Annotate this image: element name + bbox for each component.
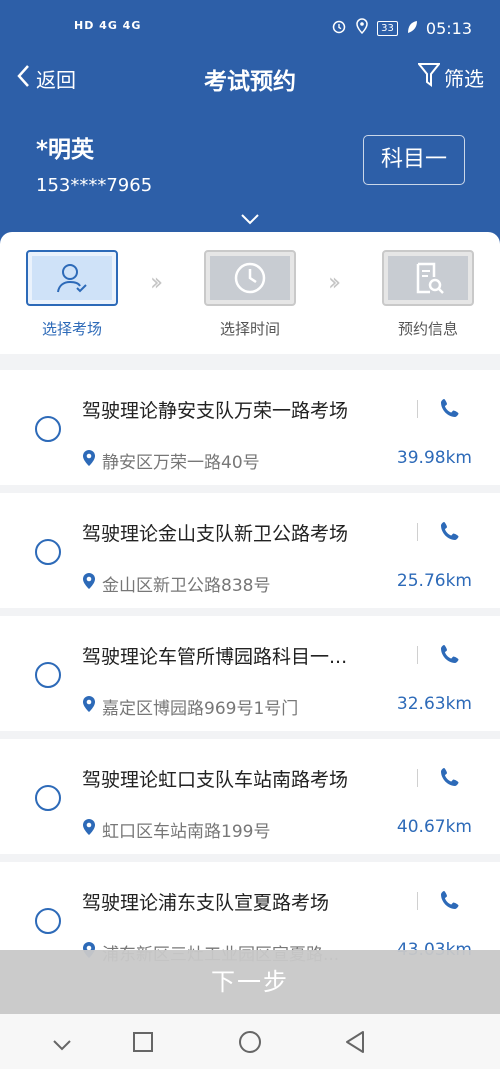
status-right: 33 05:13	[331, 18, 472, 38]
location-pin-icon	[82, 695, 96, 718]
system-nav-bar	[0, 1014, 500, 1069]
address-text: 嘉定区博园路969号1号门	[102, 699, 299, 719]
venue-radio[interactable]	[35, 908, 61, 934]
subject-button[interactable]: 科目一	[363, 135, 465, 185]
venue-radio[interactable]	[35, 416, 61, 442]
venue-card[interactable]: 驾驶理论金山支队新卫公路考场 金山区新卫公路838号 25.76km	[0, 493, 500, 608]
step-booking-info: 预约信息	[382, 250, 474, 339]
venue-name: 驾驶理论虹口支队车站南路考场	[82, 769, 349, 791]
venue-address: 嘉定区博园路969号1号门	[82, 694, 298, 719]
phone-icon[interactable]	[440, 890, 460, 914]
nav-bar: 考试预约 返回 筛选	[0, 56, 500, 102]
status-bar: HD 4G 4G 33 05:13	[0, 0, 500, 56]
step-select-time: 选择时间	[204, 250, 296, 339]
step-indicator: 选择考场 ›› 选择时间 ›› 预约信息	[0, 232, 500, 354]
venue-name: 驾驶理论浦东支队宣夏路考场	[82, 892, 330, 914]
venue-radio[interactable]	[35, 539, 61, 565]
step-label: 预约信息	[397, 320, 458, 338]
double-chevron-icon: ››	[150, 268, 163, 296]
chevron-left-icon	[16, 64, 30, 93]
venue-distance: 40.67km	[396, 817, 472, 837]
back-button[interactable]: 返回	[16, 64, 76, 93]
venue-name: 驾驶理论车管所博园路科目一...	[82, 646, 348, 668]
venue-address: 静安区万荣一路40号	[82, 448, 260, 473]
venue-distance: 39.98km	[396, 448, 472, 468]
filter-label: 筛选	[444, 67, 484, 91]
document-search-icon	[388, 256, 468, 300]
chevron-down-icon[interactable]	[240, 210, 260, 229]
phone-icon[interactable]	[440, 767, 460, 791]
venue-card[interactable]: 驾驶理论静安支队万荣一路考场 静安区万荣一路40号 39.98km	[0, 370, 500, 485]
back-nav-icon[interactable]	[344, 1030, 366, 1058]
filter-icon	[416, 62, 442, 93]
phone-icon[interactable]	[440, 521, 460, 545]
phone-icon[interactable]	[440, 644, 460, 668]
venue-address: 金山区新卫公路838号	[82, 571, 270, 596]
alarm-icon	[331, 18, 347, 38]
next-step-button[interactable]: 下一步	[0, 950, 500, 1014]
venue-name: 驾驶理论金山支队新卫公路考场	[82, 523, 349, 545]
location-pin-icon	[82, 818, 96, 841]
step-select-venue: 选择考场	[26, 250, 118, 339]
header: HD 4G 4G 33 05:13 考试预约 返回 筛选 *明英 153****…	[0, 0, 500, 262]
leaf-icon	[406, 19, 418, 38]
double-chevron-icon: ››	[328, 268, 341, 296]
venue-card[interactable]: 驾驶理论虹口支队车站南路考场 虹口区车站南路199号 40.67km	[0, 739, 500, 854]
filter-button[interactable]: 筛选	[416, 62, 484, 93]
user-phone: 153****7965	[36, 175, 153, 196]
venue-radio[interactable]	[35, 662, 61, 688]
venue-distance: 25.76km	[396, 571, 472, 591]
recent-apps-icon[interactable]	[132, 1031, 154, 1057]
nav-hide-icon[interactable]	[52, 1036, 72, 1055]
venue-distance: 32.63km	[396, 694, 472, 714]
divider	[417, 892, 418, 910]
divider	[417, 769, 418, 787]
back-label: 返回	[36, 68, 76, 92]
signal-indicators: HD 4G 4G	[74, 19, 142, 32]
divider	[417, 400, 418, 418]
location-pin-icon	[82, 572, 96, 595]
user-name: *明英	[36, 137, 95, 163]
divider	[417, 523, 418, 541]
venue-address: 虹口区车站南路199号	[82, 817, 270, 842]
location-pin-icon	[82, 449, 96, 472]
home-icon[interactable]	[238, 1030, 262, 1058]
phone-icon[interactable]	[440, 398, 460, 422]
address-text: 金山区新卫公路838号	[102, 576, 271, 596]
step-label: 选择时间	[219, 320, 280, 338]
address-text: 虹口区车站南路199号	[102, 822, 271, 842]
step-label: 选择考场	[41, 320, 102, 338]
battery-indicator: 33	[377, 20, 398, 36]
venue-radio[interactable]	[35, 785, 61, 811]
location-status-icon	[355, 18, 369, 38]
divider	[417, 646, 418, 664]
address-text: 静安区万荣一路40号	[102, 453, 260, 473]
venue-card[interactable]: 驾驶理论车管所博园路科目一... 嘉定区博园路969号1号门 32.63km	[0, 616, 500, 731]
clock-time: 05:13	[425, 18, 472, 38]
clock-icon	[210, 256, 290, 300]
venue-name: 驾驶理论静安支队万荣一路考场	[82, 400, 349, 422]
venue-list: 驾驶理论静安支队万荣一路考场 静安区万荣一路40号 39.98km 驾驶理论金山…	[0, 370, 500, 985]
person-check-icon	[32, 256, 112, 300]
